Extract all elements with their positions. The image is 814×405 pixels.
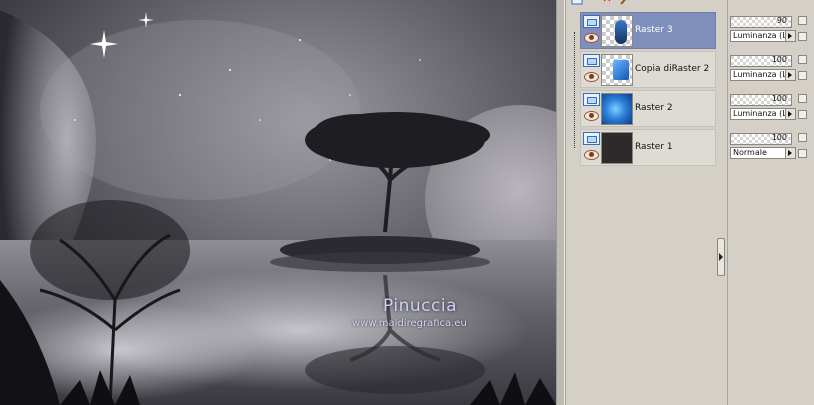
delete-layer-icon[interactable]: ✕ [600, 0, 614, 6]
raster-layer-icon[interactable] [583, 132, 600, 145]
raster-layer-icon[interactable] [583, 54, 600, 67]
layer-thumbnail [601, 132, 633, 164]
layers-panel: ✕ Raster 3 Copia diRaster 2 Raster 2 Ras… [565, 0, 727, 405]
layer-props-copy-raster-2: 100 Luminanza (L) [730, 51, 814, 87]
watermark-url: www.maidiregrafica.eu [352, 318, 467, 329]
layer-row-raster-3[interactable]: Raster 3 [580, 12, 716, 49]
layer-name: Raster 3 [635, 25, 673, 35]
chevron-right-icon[interactable] [785, 109, 795, 119]
canvas-artwork [0, 0, 556, 405]
lock-icon[interactable] [798, 55, 807, 64]
layer-thumbnail [601, 54, 633, 86]
eye-icon[interactable] [584, 33, 599, 43]
opacity-value: 100 [771, 133, 787, 142]
chevron-right-icon[interactable] [785, 148, 795, 158]
opacity-value: 100 [771, 94, 787, 103]
lock-icon[interactable] [798, 133, 807, 142]
link-icon[interactable] [798, 110, 807, 119]
raster-layer-icon[interactable] [583, 15, 600, 28]
blend-mode-value: Normale [733, 148, 767, 157]
image-canvas[interactable]: Pinuccia www.maidiregrafica.eu [0, 0, 556, 405]
blend-mode-select[interactable]: Luminanza (L) [730, 108, 796, 120]
layer-name: Copia diRaster 2 [635, 64, 710, 74]
expand-arrow-icon[interactable] [717, 238, 725, 276]
blend-mode-select[interactable]: Luminanza (L) [730, 30, 796, 42]
layers-toolbar: ✕ [566, 0, 728, 8]
layer-props-raster-2: 100 Luminanza (L) [730, 90, 814, 126]
watermark-name: Pinuccia [383, 296, 457, 316]
layer-props-raster-3: 90 Luminanza (L) [730, 12, 814, 48]
eye-icon[interactable] [584, 150, 599, 160]
layer-name: Raster 1 [635, 142, 673, 152]
layer-thumbnail [601, 15, 633, 47]
blend-mode-value: Luminanza (L) [733, 31, 790, 40]
layer-name: Raster 2 [635, 103, 673, 113]
brush-icon[interactable] [618, 0, 632, 6]
layer-properties-panel: 90 Luminanza (L) 100 Luminanza (L) 100 L… [727, 0, 814, 405]
blend-mode-value: Luminanza (L) [733, 109, 790, 118]
link-icon[interactable] [798, 149, 807, 158]
layer-row-copy-raster-2[interactable]: Copia diRaster 2 [580, 51, 716, 88]
raster-layer-icon[interactable] [583, 93, 600, 106]
new-layer-icon[interactable] [570, 0, 584, 6]
chevron-right-icon[interactable] [785, 31, 795, 41]
opacity-value: 90 [776, 16, 787, 25]
opacity-slider[interactable]: 100 [730, 133, 792, 145]
panel-divider[interactable] [556, 0, 565, 405]
layer-props-raster-1: 100 Normale [730, 129, 814, 165]
lock-icon[interactable] [798, 94, 807, 103]
blend-mode-select[interactable]: Normale [730, 147, 796, 159]
lock-icon[interactable] [798, 16, 807, 25]
layer-thumbnail [601, 93, 633, 125]
opacity-slider[interactable]: 100 [730, 55, 792, 67]
blend-mode-value: Luminanza (L) [733, 70, 790, 79]
layer-row-raster-1[interactable]: Raster 1 [580, 129, 716, 166]
blend-mode-select[interactable]: Luminanza (L) [730, 69, 796, 81]
layer-row-raster-2[interactable]: Raster 2 [580, 90, 716, 127]
link-icon[interactable] [798, 71, 807, 80]
link-icon[interactable] [798, 32, 807, 41]
layer-tree-line [574, 32, 576, 148]
opacity-slider[interactable]: 100 [730, 94, 792, 106]
eye-icon[interactable] [584, 111, 599, 121]
eye-icon[interactable] [584, 72, 599, 82]
opacity-slider[interactable]: 90 [730, 16, 792, 28]
opacity-value: 100 [771, 55, 787, 64]
chevron-right-icon[interactable] [785, 70, 795, 80]
